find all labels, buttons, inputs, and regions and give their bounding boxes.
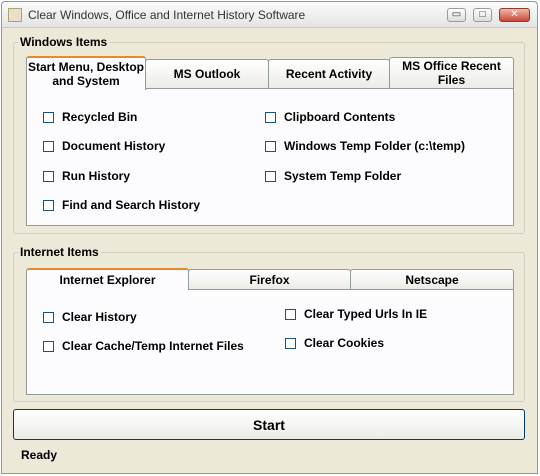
tab-label: MS Office Recent Files: [402, 59, 501, 87]
checkbox-box[interactable]: [43, 170, 54, 182]
checkbox-label: Clear Cookies: [304, 336, 385, 350]
checkbox-box[interactable]: [43, 140, 54, 152]
checkbox-label: Find and Search History: [62, 198, 201, 212]
window-title: Clear Windows, Office and Internet Histo…: [28, 8, 306, 22]
checkbox-label: Clear History: [62, 310, 137, 324]
tab-internet-explorer[interactable]: Internet Explorer: [26, 268, 189, 290]
checkbox-label: Clear Cache/Temp Internet Files: [62, 339, 244, 353]
tab-netscape[interactable]: Netscape: [350, 269, 514, 289]
checkbox-clear-cache[interactable]: Clear Cache/Temp Internet Files: [43, 339, 244, 353]
tab-label: Firefox: [249, 272, 290, 287]
checkbox-system-temp-folder[interactable]: System Temp Folder: [265, 169, 401, 183]
checkbox-box[interactable]: [265, 140, 276, 152]
checkbox-box[interactable]: [265, 170, 276, 182]
status-text: Ready: [21, 448, 58, 462]
checkbox-clear-typed-urls[interactable]: Clear Typed Urls In IE: [285, 307, 427, 321]
tab-ms-office-recent-files[interactable]: MS Office Recent Files: [389, 57, 514, 88]
windows-items-panel: Recycled Bin Document History Run Histor…: [26, 88, 514, 226]
minimize-button[interactable]: ▭: [447, 8, 466, 22]
checkbox-run-history[interactable]: Run History: [43, 169, 130, 183]
checkbox-label: Clipboard Contents: [284, 110, 396, 124]
checkbox-label: Recycled Bin: [62, 110, 138, 124]
tab-label: Netscape: [405, 272, 459, 287]
internet-items-group: Internet Items Internet Explorer Firefox…: [13, 245, 525, 402]
windows-items-group: Windows Items Start Menu, Desktop and Sy…: [13, 35, 525, 234]
checkbox-box[interactable]: [265, 111, 276, 123]
tab-start-menu-desktop-system[interactable]: Start Menu, Desktop and System: [26, 56, 146, 90]
checkbox-box[interactable]: [285, 337, 296, 349]
app-icon: [8, 8, 22, 22]
checkbox-box[interactable]: [43, 111, 54, 123]
tab-label: Start Menu, Desktop and System: [27, 60, 144, 88]
checkbox-box[interactable]: [285, 308, 296, 320]
app-window: Clear Windows, Office and Internet Histo…: [1, 1, 538, 474]
checkbox-recycled-bin[interactable]: Recycled Bin: [43, 110, 137, 124]
checkbox-label: Document History: [62, 139, 166, 153]
checkbox-label: Run History: [62, 169, 131, 183]
checkbox-document-history[interactable]: Document History: [43, 139, 165, 153]
start-button[interactable]: Start: [13, 409, 525, 440]
windows-items-label: Windows Items: [18, 35, 110, 49]
title-bar[interactable]: Clear Windows, Office and Internet Histo…: [2, 2, 537, 28]
close-button[interactable]: ✕: [499, 8, 530, 22]
checkbox-label: Clear Typed Urls In IE: [304, 307, 428, 321]
tab-label: Internet Explorer: [59, 273, 156, 287]
checkbox-box[interactable]: [43, 199, 54, 211]
tab-ms-outlook[interactable]: MS Outlook: [145, 59, 269, 88]
checkbox-clear-history[interactable]: Clear History: [43, 310, 137, 324]
checkbox-label: Windows Temp Folder (c:\temp): [284, 139, 466, 153]
checkbox-clipboard-contents[interactable]: Clipboard Contents: [265, 110, 395, 124]
internet-items-panel: Clear History Clear Cache/Temp Internet …: [26, 289, 514, 395]
tab-label: MS Outlook: [173, 67, 241, 81]
internet-items-label: Internet Items: [18, 245, 101, 259]
checkbox-box[interactable]: [43, 311, 54, 323]
checkbox-box[interactable]: [43, 340, 54, 352]
tab-firefox[interactable]: Firefox: [188, 269, 351, 289]
tab-recent-activity[interactable]: Recent Activity: [268, 59, 390, 88]
checkbox-windows-temp-folder[interactable]: Windows Temp Folder (c:\temp): [265, 139, 465, 153]
maximize-button[interactable]: □: [473, 8, 492, 22]
checkbox-label: System Temp Folder: [284, 169, 402, 183]
tab-label: Recent Activity: [285, 67, 373, 81]
checkbox-clear-cookies[interactable]: Clear Cookies: [285, 336, 384, 350]
checkbox-find-search-history[interactable]: Find and Search History: [43, 198, 200, 212]
